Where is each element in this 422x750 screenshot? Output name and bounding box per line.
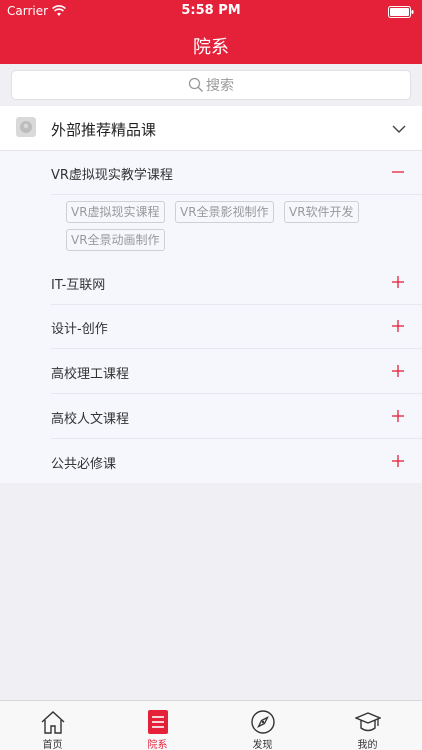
list-item-humanities[interactable]: 高校人文课程 xyxy=(51,395,422,439)
tag-vr-course[interactable]: VR虚拟现实课程 xyxy=(66,201,165,223)
tab-discover[interactable]: 发现 xyxy=(210,701,315,750)
tab-departments[interactable]: 院系 xyxy=(105,701,210,750)
list-item-design[interactable]: 设计-创作 xyxy=(51,305,422,349)
status-time: 5:58 PM xyxy=(181,3,241,18)
list-item-it[interactable]: IT-互联网 xyxy=(51,261,422,305)
list-item-label: VR虚拟现实教学课程 xyxy=(51,168,173,183)
status-bar: Carrier 5:58 PM xyxy=(0,0,422,22)
tab-bar: 首页 院系 发现 我的 xyxy=(0,700,422,750)
minus-icon[interactable] xyxy=(392,166,404,178)
category-title: 外部推荐精品课 xyxy=(51,121,157,139)
list-item-engineering[interactable]: 高校理工课程 xyxy=(51,350,422,394)
list-item-label: 设计-创作 xyxy=(51,322,108,337)
list-item-label: 高校理工课程 xyxy=(51,367,130,382)
category-header[interactable]: 外部推荐精品课 xyxy=(0,106,422,151)
plus-icon[interactable] xyxy=(392,276,404,288)
plus-icon[interactable] xyxy=(392,455,404,467)
plus-icon[interactable] xyxy=(392,365,404,377)
plus-icon[interactable] xyxy=(392,410,404,422)
tag-vr-panorama-film[interactable]: VR全景影视制作 xyxy=(175,201,274,223)
compass-icon xyxy=(250,710,275,734)
search-placeholder: 搜索 xyxy=(206,78,234,94)
tag-vr-animation[interactable]: VR全景动画制作 xyxy=(66,229,165,251)
tag-vr-software[interactable]: VR软件开发 xyxy=(284,201,359,223)
search-input[interactable]: 搜索 xyxy=(11,70,411,100)
tab-home[interactable]: 首页 xyxy=(0,701,105,750)
tab-profile[interactable]: 我的 xyxy=(315,701,420,750)
page-title: 院系 xyxy=(193,37,229,58)
graduation-cap-icon xyxy=(354,712,381,732)
tab-label: 首页 xyxy=(42,740,63,750)
avatar-placeholder-icon xyxy=(20,121,32,133)
home-icon xyxy=(41,711,64,734)
category-icon xyxy=(16,117,36,137)
navigation-header: Carrier 5:58 PM 院系 xyxy=(0,0,422,64)
plus-icon[interactable] xyxy=(392,320,404,332)
tab-label: 院系 xyxy=(147,740,168,750)
search-icon xyxy=(188,77,203,92)
chevron-down-icon[interactable] xyxy=(392,122,406,136)
list-item-required[interactable]: 公共必修课 xyxy=(51,440,422,484)
tab-label: 我的 xyxy=(357,740,378,750)
search-bar: 搜索 xyxy=(0,64,422,106)
battery-icon xyxy=(388,6,414,18)
list-icon xyxy=(147,710,168,734)
list-item-label: 高校人文课程 xyxy=(51,412,130,427)
list-item-label: 公共必修课 xyxy=(51,457,117,472)
list-item-label: IT-互联网 xyxy=(51,278,106,293)
list-item-vr[interactable]: VR虚拟现实教学课程 xyxy=(51,151,422,195)
tab-label: 发现 xyxy=(252,740,273,750)
